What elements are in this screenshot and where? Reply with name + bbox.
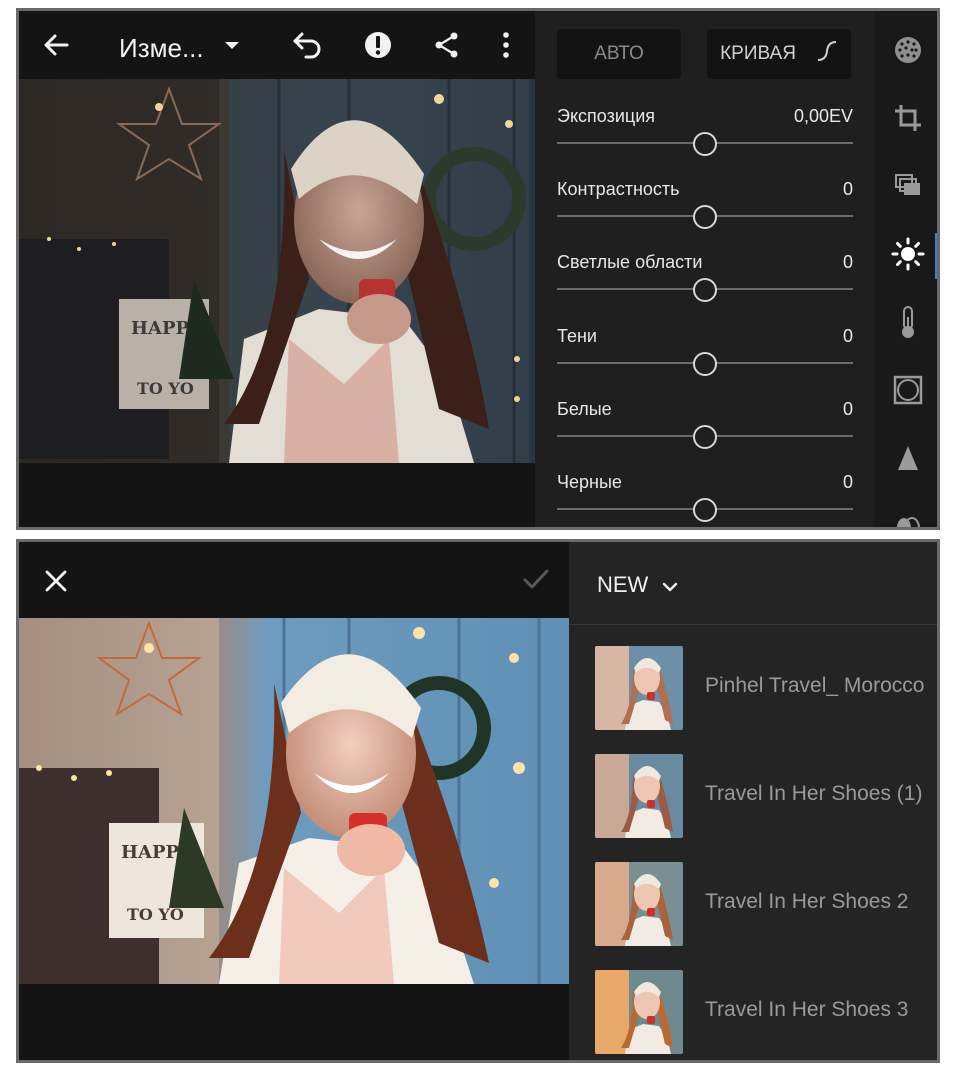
slider-thumb[interactable] — [693, 352, 717, 376]
slider-row: Экспозиция 0,00EV — [557, 106, 853, 166]
slider-thumb[interactable] — [693, 498, 717, 522]
slider-value: 0 — [842, 472, 853, 492]
slider-value: 0 — [842, 399, 853, 419]
slider-row: Контрастность 0 — [557, 179, 853, 239]
photo-title-text: Изме... — [119, 33, 204, 63]
versions-icon[interactable] — [889, 167, 927, 205]
slider-row: Черные 0 — [557, 472, 853, 527]
light-icon[interactable] — [889, 235, 927, 273]
active-tool-indicator — [935, 233, 937, 279]
slider-row: Тени 0 — [557, 326, 853, 386]
share-icon[interactable] — [430, 28, 464, 62]
preset-thumbnail — [595, 646, 683, 730]
preset-item[interactable]: Travel In Her Shoes 3 — [569, 970, 937, 1060]
chevron-down-icon — [662, 573, 678, 599]
slider-label: Тени — [557, 326, 597, 346]
preset-group-dropdown[interactable]: NEW — [597, 572, 678, 599]
light-adjustments-panel: АВТО КРИВАЯ Экспозиция 0,00EV Контрастност… — [535, 11, 875, 527]
slider-thumb[interactable] — [693, 278, 717, 302]
preset-name: Travel In Her Shoes 3 — [705, 998, 909, 1021]
back-arrow-icon[interactable] — [39, 28, 73, 62]
photo-preview-with-preset: HAPPY TO YO — [19, 618, 569, 984]
curve-icon — [816, 40, 838, 68]
slider-value: 0,00EV — [793, 106, 853, 126]
preset-thumbnail — [595, 970, 683, 1054]
preset-item[interactable]: Pinhel Travel_ Morocco — [569, 646, 937, 746]
optics-icon[interactable] — [889, 507, 927, 527]
curve-button-label: КРИВАЯ — [720, 43, 796, 64]
tool-rail — [875, 11, 937, 527]
preset-thumbnail — [595, 754, 683, 838]
slider-thumb[interactable] — [693, 132, 717, 156]
slider-value: 0 — [842, 179, 853, 199]
slider-thumb[interactable] — [693, 205, 717, 229]
photo-preview: HAPPY TO YO — [19, 79, 535, 463]
checkmark-icon[interactable] — [519, 562, 553, 596]
slider-label: Светлые области — [557, 252, 703, 272]
slider-label: Черные — [557, 472, 622, 492]
undo-icon[interactable] — [291, 28, 325, 62]
preset-name: Travel In Her Shoes 2 — [705, 890, 909, 913]
slider-row: Светлые области 0 — [557, 252, 853, 312]
dropdown-caret-icon[interactable] — [215, 28, 249, 62]
slider-label: Белые — [557, 399, 612, 419]
editor-toolbar: Изме... — [19, 11, 535, 79]
photo-background — [19, 463, 535, 527]
editor-panel: Изме... HAPPY TO YO АВТО КРИВАЯ Экспозиц… — [16, 8, 940, 530]
slider-value: 0 — [842, 326, 853, 346]
alert-icon[interactable] — [361, 28, 395, 62]
preset-item[interactable]: Travel In Her Shoes (1) — [569, 754, 937, 854]
preset-picker-panel: HAPPY TO YO NEW Pinhel Travel_ Morocco T… — [16, 539, 940, 1063]
preset-group-name: NEW — [597, 572, 649, 597]
preset-item[interactable]: Travel In Her Shoes 2 — [569, 862, 937, 962]
close-icon[interactable] — [39, 564, 73, 598]
slider-label: Контрастность — [557, 179, 680, 199]
presets-icon[interactable] — [889, 31, 927, 69]
slider-value: 0 — [842, 252, 853, 272]
color-temperature-icon[interactable] — [889, 303, 927, 341]
slider-thumb[interactable] — [693, 425, 717, 449]
slider-label: Экспозиция — [557, 106, 655, 126]
effects-vignette-icon[interactable] — [889, 371, 927, 409]
preset-name: Pinhel Travel_ Morocco — [705, 674, 925, 697]
preset-name: Travel In Her Shoes (1) — [705, 782, 923, 805]
auto-button-label: АВТО — [594, 43, 644, 64]
preset-group-header: NEW — [569, 542, 937, 625]
more-vertical-icon[interactable] — [489, 28, 523, 62]
svg-text:TO YO: TO YO — [137, 379, 194, 398]
slider-row: Белые 0 — [557, 399, 853, 459]
preset-thumbnail — [595, 862, 683, 946]
preset-toolbar — [19, 542, 569, 618]
preset-list-panel: NEW Pinhel Travel_ Morocco Travel In Her … — [569, 542, 937, 1060]
detail-icon[interactable] — [889, 439, 927, 477]
photo-title[interactable]: Изме... — [119, 33, 204, 64]
auto-button[interactable]: АВТО — [557, 29, 681, 79]
photo-background — [19, 984, 569, 1060]
crop-icon[interactable] — [889, 99, 927, 137]
curve-button[interactable]: КРИВАЯ — [707, 29, 851, 79]
